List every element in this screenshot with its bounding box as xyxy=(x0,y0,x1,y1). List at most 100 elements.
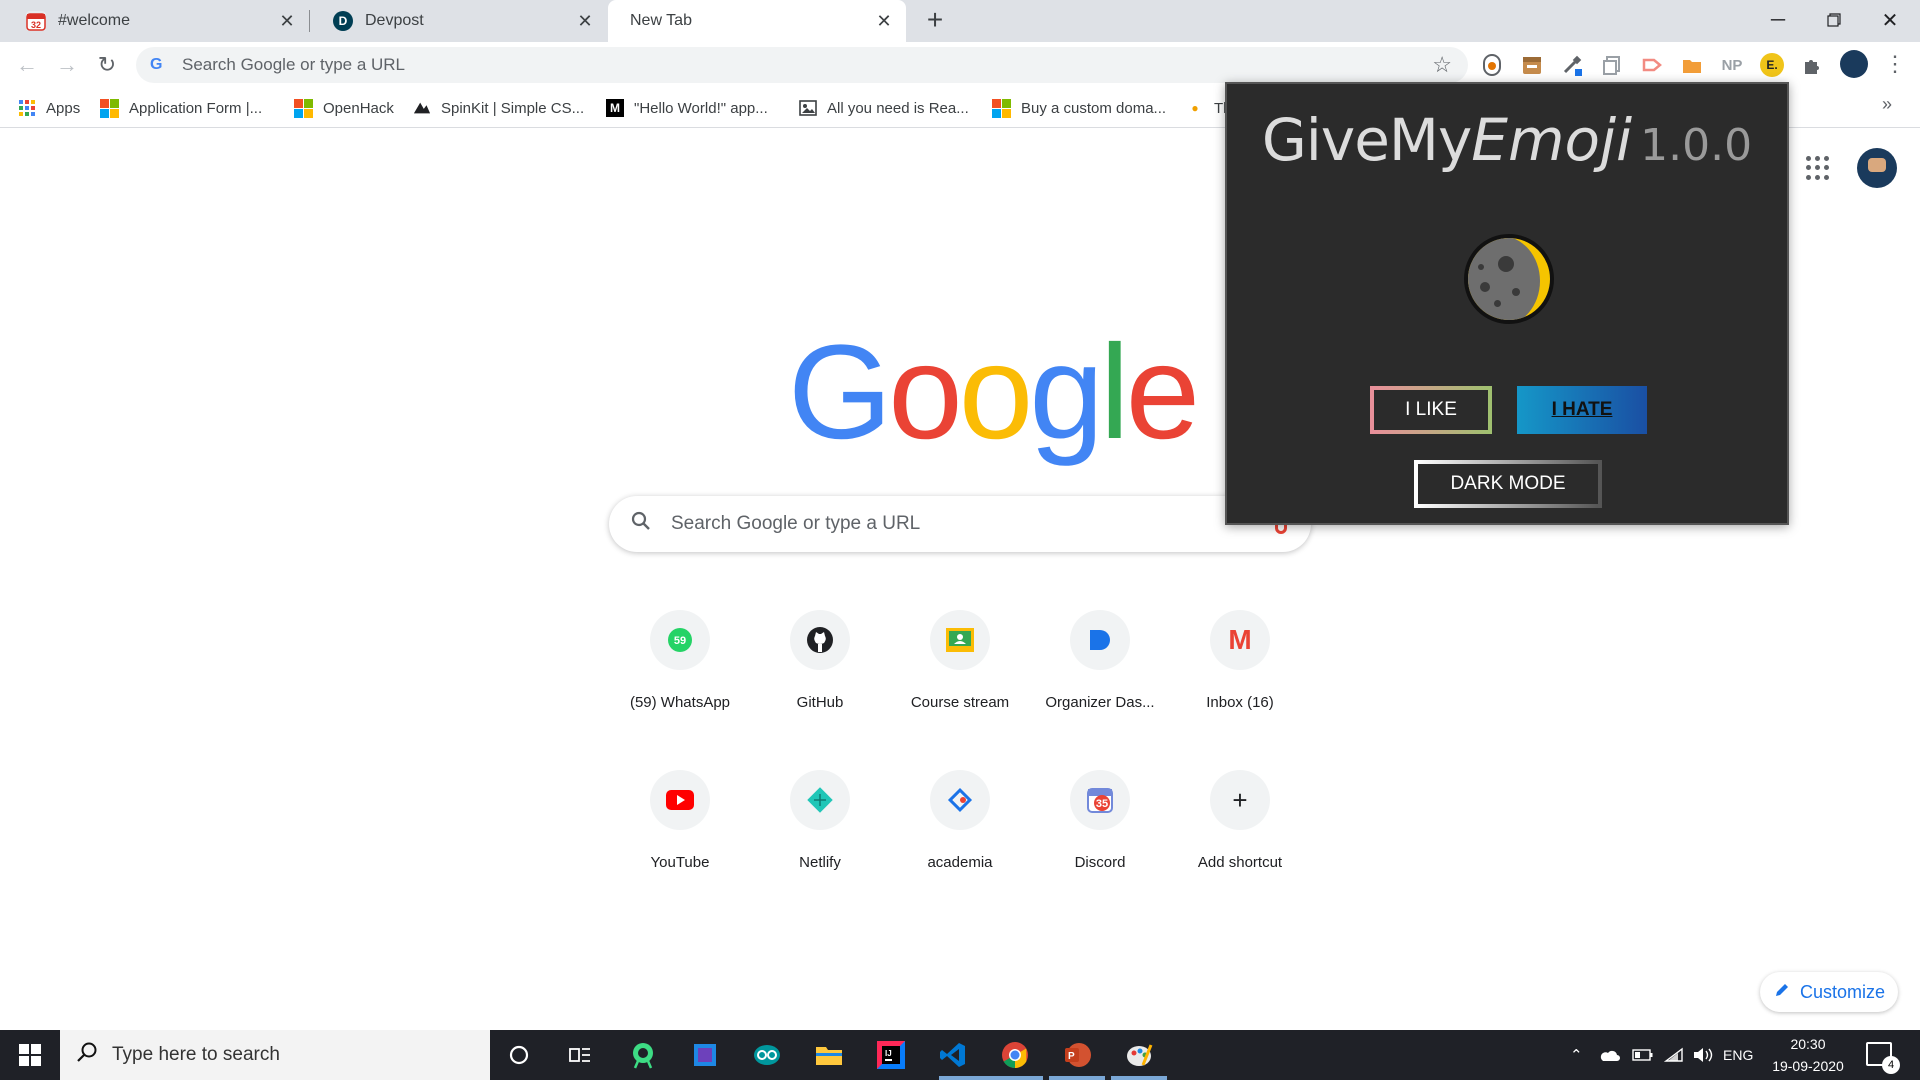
spinkit-icon xyxy=(413,99,431,117)
taskbar-clock[interactable]: 20:30 19-09-2020 xyxy=(1766,1033,1850,1077)
minimize-button[interactable]: ─ xyxy=(1750,0,1806,40)
pencil-icon xyxy=(1774,982,1790,1003)
taskbar-search[interactable]: Type here to search xyxy=(60,1030,490,1080)
bookmark-all-you-need[interactable]: All you need is Rea... xyxy=(799,96,969,120)
bookmarks-overflow-icon[interactable]: » xyxy=(1882,94,1892,115)
language-indicator[interactable]: ENG xyxy=(1723,1030,1753,1080)
tab-new-tab[interactable]: New Tab ✕ xyxy=(608,0,906,42)
forward-button[interactable]: → xyxy=(52,50,82,80)
i-hate-button[interactable]: I HATE xyxy=(1517,386,1647,434)
action-center-icon[interactable]: 4 xyxy=(1866,1042,1900,1074)
givemyemoji-extension-icon[interactable]: E. xyxy=(1760,53,1784,77)
taskbar-search-placeholder: Type here to search xyxy=(112,1044,280,1065)
shortcut-organizer-dashboard[interactable]: Organizer Das... xyxy=(1030,610,1170,760)
search-icon xyxy=(631,511,651,537)
active-app-indicator xyxy=(987,1076,1043,1080)
bookmark-spinkit[interactable]: SpinKit | Simple CS... xyxy=(413,96,584,120)
wifi-icon[interactable] xyxy=(1664,1030,1684,1080)
close-icon[interactable]: ✕ xyxy=(874,11,894,31)
bookmark-label: Apps xyxy=(46,99,81,117)
logo-letter: o xyxy=(888,318,963,467)
archive-icon[interactable] xyxy=(1520,53,1544,77)
windows-taskbar: Type here to search IJ P ⌃ ENG 20:30 19-… xyxy=(0,1030,1920,1080)
reload-button[interactable]: ↻ xyxy=(92,50,122,80)
shortcut-label: GitHub xyxy=(796,694,844,711)
profile-avatar-icon[interactable] xyxy=(1840,50,1868,78)
shortcut-label: Netlify xyxy=(799,854,841,871)
medium-icon: M xyxy=(606,99,624,117)
account-avatar[interactable] xyxy=(1857,148,1897,188)
grammarly-icon[interactable] xyxy=(1480,53,1504,77)
volume-icon[interactable] xyxy=(1692,1030,1714,1080)
bookmark-application-form[interactable]: Application Form |... xyxy=(100,96,262,120)
tab-title: #welcome xyxy=(58,12,131,29)
shortcut-label: YouTube xyxy=(650,854,710,871)
microsoft-icon xyxy=(100,98,119,118)
new-tab-button[interactable]: + xyxy=(920,6,950,36)
google-apps-icon[interactable] xyxy=(1806,156,1830,180)
bookmark-buy-domain[interactable]: Buy a custom doma... xyxy=(992,96,1166,120)
omnibox[interactable]: G Search Google or type a URL ☆ xyxy=(136,47,1468,83)
shortcut-netlify[interactable]: Netlify xyxy=(750,770,890,920)
vscode-icon[interactable] xyxy=(938,1040,968,1070)
3d-viewer-icon[interactable] xyxy=(690,1040,720,1070)
shortcut-inbox[interactable]: M Inbox (16) xyxy=(1170,610,1310,760)
ntp-search-box[interactable]: Search Google or type a URL xyxy=(609,496,1311,552)
bookmark-hello-world[interactable]: M "Hello World!" app... xyxy=(606,96,768,120)
bookmark-apps[interactable]: Apps xyxy=(18,96,80,120)
intellij-icon[interactable]: IJ xyxy=(876,1040,906,1070)
back-button[interactable]: ← xyxy=(12,50,42,80)
battery-icon[interactable] xyxy=(1632,1030,1654,1080)
discord-badge-icon: 32 xyxy=(26,11,46,31)
close-icon[interactable]: ✕ xyxy=(575,11,595,31)
show-hidden-icons-icon[interactable]: ⌃ xyxy=(1570,1030,1583,1080)
shortcut-github[interactable]: GitHub xyxy=(750,610,890,760)
microsoft-icon xyxy=(294,98,313,118)
np-extension-icon[interactable]: NP xyxy=(1720,53,1744,77)
arrow-ext-icon[interactable] xyxy=(1640,53,1664,77)
bookmark-label: "Hello World!" app... xyxy=(634,99,768,117)
close-icon[interactable]: ✕ xyxy=(277,11,297,31)
bookmark-openhack[interactable]: OpenHack xyxy=(294,96,394,120)
android-studio-icon[interactable] xyxy=(628,1040,658,1070)
popup-title-emphasis: Emoji xyxy=(1471,106,1633,174)
i-like-button[interactable]: I LIKE xyxy=(1370,386,1492,434)
logo-letter: l xyxy=(1099,318,1130,467)
folder-ext-icon[interactable] xyxy=(1680,53,1704,77)
close-window-button[interactable]: ✕ xyxy=(1862,0,1918,40)
bulb-icon: ● xyxy=(1191,101,1199,115)
dark-mode-button[interactable]: DARK MODE xyxy=(1414,460,1602,508)
paint-icon[interactable] xyxy=(1124,1040,1154,1070)
arduino-icon[interactable] xyxy=(752,1040,782,1070)
tab-welcome[interactable]: 32 #welcome ✕ xyxy=(4,0,309,42)
search-icon xyxy=(76,1041,98,1069)
shortcut-whatsapp[interactable]: 59 (59) WhatsApp xyxy=(610,610,750,760)
start-button[interactable] xyxy=(0,1030,60,1080)
shortcut-label: (59) WhatsApp xyxy=(629,694,731,711)
task-view-icon[interactable] xyxy=(565,1040,595,1070)
tab-devpost[interactable]: D Devpost ✕ xyxy=(309,0,607,42)
powerpoint-icon[interactable]: P xyxy=(1062,1040,1092,1070)
bookmark-star-icon[interactable]: ☆ xyxy=(1432,52,1452,78)
shortcut-add[interactable]: + Add shortcut xyxy=(1170,770,1310,920)
whatsapp-badge: 59 xyxy=(674,635,686,647)
puzzle-icon[interactable] xyxy=(1800,53,1824,77)
eyedropper-icon[interactable] xyxy=(1560,53,1584,77)
customize-button[interactable]: Customize xyxy=(1760,972,1898,1012)
image-icon xyxy=(799,99,817,117)
cortana-icon[interactable] xyxy=(504,1040,534,1070)
shortcut-course-stream[interactable]: Course stream xyxy=(890,610,1030,760)
shortcut-discord[interactable]: 35 Discord xyxy=(1030,770,1170,920)
file-explorer-icon[interactable] xyxy=(814,1040,844,1070)
logo-letter: o xyxy=(958,318,1034,467)
copy-icon[interactable] xyxy=(1600,53,1624,77)
shortcut-academia[interactable]: academia xyxy=(890,770,1030,920)
shortcut-youtube[interactable]: YouTube xyxy=(610,770,750,920)
onedrive-icon[interactable] xyxy=(1598,1030,1620,1080)
bookmark-label: OpenHack xyxy=(323,99,394,117)
svg-text:IJ: IJ xyxy=(885,1049,892,1058)
chrome-icon[interactable] xyxy=(1000,1040,1030,1070)
chrome-menu-icon[interactable]: ⋮ xyxy=(1884,50,1906,80)
clock-date: 19-09-2020 xyxy=(1772,1058,1844,1074)
restore-button[interactable] xyxy=(1806,0,1862,40)
